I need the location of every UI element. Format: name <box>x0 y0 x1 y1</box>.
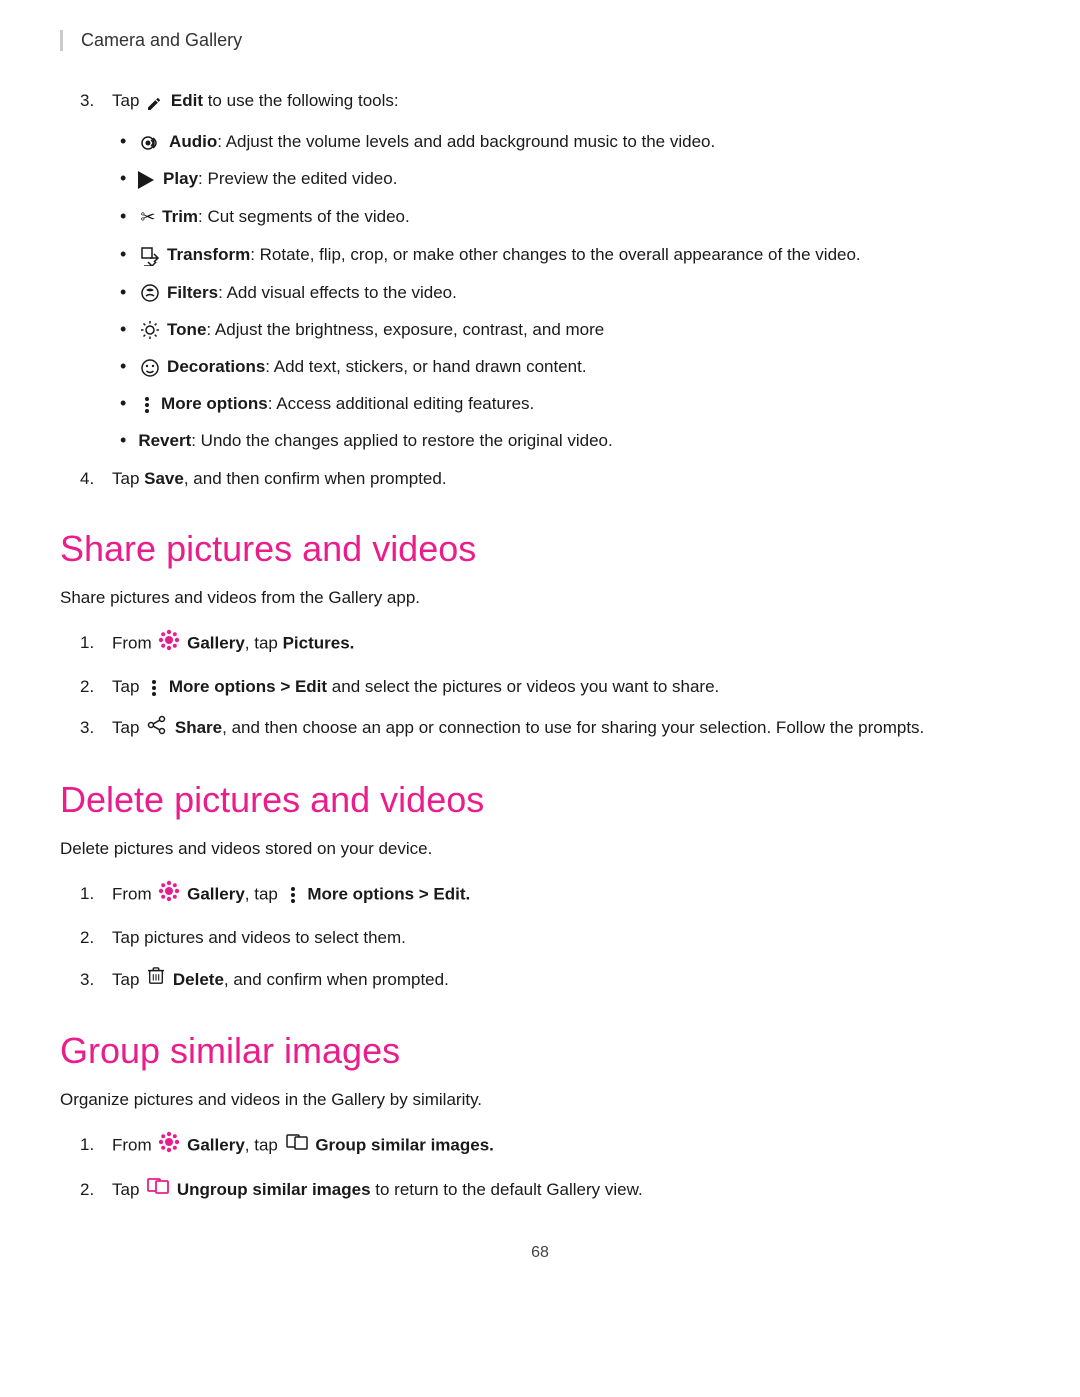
share-icon <box>147 715 167 743</box>
step-4-text: Tap Save, and then confirm when prompted… <box>112 465 1020 492</box>
step-4-num: 4. <box>80 465 112 492</box>
tool-audio-label: Audio <box>169 132 217 151</box>
tool-audio: Audio: Adjust the volume levels and add … <box>120 128 1020 155</box>
group-intro: Organize pictures and videos in the Gall… <box>60 1086 1020 1113</box>
delete-heading: Delete pictures and videos <box>60 779 1020 821</box>
tool-decorations-label: Decorations <box>167 357 265 376</box>
group-heading: Group similar images <box>60 1030 1020 1072</box>
more-options-icon <box>140 396 154 414</box>
share-steps: 1. From Gallery, tap <box>80 629 1020 743</box>
galaxy-icon-share-1 <box>158 629 180 659</box>
share-step-2: 2. Tap More options > Edit and select th… <box>80 673 1020 700</box>
page-header-title: Camera and Gallery <box>81 30 242 50</box>
edit-tools-list: Audio: Adjust the volume levels and add … <box>120 128 1020 454</box>
share-heading: Share pictures and videos <box>60 528 1020 570</box>
audio-icon <box>140 133 162 153</box>
tool-transform: Transform: Rotate, flip, crop, or make o… <box>120 241 1020 268</box>
group-icon <box>286 1132 308 1160</box>
page-number: 68 <box>60 1244 1020 1262</box>
share-step-3: 3. Tap Share, and then choose an app or … <box>80 714 1020 743</box>
edit-icon <box>146 93 164 111</box>
tool-trim-label: Trim <box>162 207 198 226</box>
decorations-icon <box>140 358 160 378</box>
share-step-1: 1. From Gallery, tap <box>80 629 1020 659</box>
transform-icon <box>140 246 160 266</box>
step-4-save: 4. Tap Save, and then confirm when promp… <box>80 465 1020 492</box>
tool-tone: Tone: Adjust the brightness, exposure, c… <box>120 316 1020 343</box>
group-step-1: 1. From Gallery, tap <box>80 1131 1020 1161</box>
scissors-icon: ✂ <box>140 203 155 232</box>
step-3-edit: 3. Tap Edit to use the following tools: <box>80 87 1020 114</box>
step-3-num: 3. <box>80 87 112 114</box>
tone-icon <box>140 320 160 340</box>
tool-filters-label: Filters <box>167 283 218 302</box>
delete-step-1: 1. From Gallery, tap <box>80 880 1020 910</box>
trash-icon <box>147 966 165 994</box>
delete-step-3: 3. Tap Delete, and confirm when p <box>80 966 1020 995</box>
galaxy-icon-delete-1 <box>158 880 180 910</box>
tool-tone-label: Tone <box>167 320 206 339</box>
tool-transform-label: Transform <box>167 245 250 264</box>
group-steps: 1. From Gallery, tap <box>80 1131 1020 1204</box>
tool-trim: ✂ Trim: Cut segments of the video. <box>120 203 1020 232</box>
galaxy-icon-group-1 <box>158 1131 180 1161</box>
delete-intro: Delete pictures and videos stored on you… <box>60 835 1020 862</box>
save-bold: Save <box>144 469 184 488</box>
tool-more-options-label: More options <box>161 394 268 413</box>
page: Camera and Gallery 3. Tap Edit to use th… <box>0 0 1080 1397</box>
tool-filters: Filters: Add visual effects to the video… <box>120 279 1020 306</box>
edit-bold: Edit <box>171 91 203 110</box>
more-options-icon-2 <box>147 679 161 697</box>
step-3-text: Tap Edit to use the following tools: <box>112 87 1020 114</box>
page-header: Camera and Gallery <box>60 30 1020 51</box>
tool-revert: Revert: Undo the changes applied to rest… <box>120 427 1020 454</box>
filters-icon <box>140 283 160 303</box>
tool-play: Play: Preview the edited video. <box>120 165 1020 192</box>
share-intro: Share pictures and videos from the Galle… <box>60 584 1020 611</box>
delete-step-2: 2. Tap pictures and videos to select the… <box>80 924 1020 951</box>
more-options-icon-delete <box>286 886 300 904</box>
tool-decorations: Decorations: Add text, stickers, or hand… <box>120 353 1020 380</box>
group-step-2: 2. Tap Ungroup similar images to return … <box>80 1176 1020 1205</box>
delete-steps: 1. From Gallery, tap <box>80 880 1020 994</box>
tool-play-label: Play <box>163 169 198 188</box>
tool-revert-label: Revert <box>138 431 191 450</box>
ungroup-icon <box>147 1176 169 1204</box>
tool-more-options: More options: Access additional editing … <box>120 390 1020 417</box>
play-icon <box>138 171 154 189</box>
